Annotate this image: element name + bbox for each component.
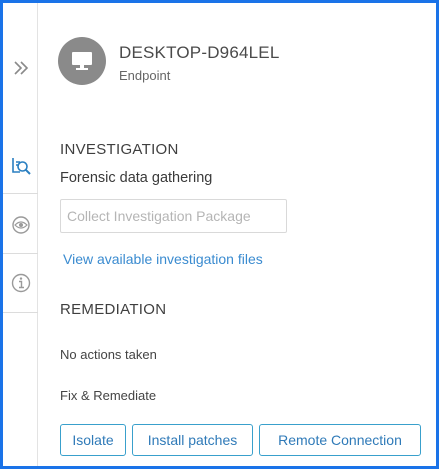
isolate-button[interactable]: Isolate bbox=[60, 424, 126, 456]
panel-content: DESKTOP-D964LEL Endpoint INVESTIGATION F… bbox=[39, 3, 436, 466]
device-name: DESKTOP-D964LEL bbox=[119, 43, 280, 62]
rail-divider bbox=[3, 193, 38, 194]
collect-package-button[interactable]: Collect Investigation Package bbox=[60, 199, 287, 233]
expand-icon[interactable] bbox=[3, 53, 38, 83]
view-investigation-files-link[interactable]: View available investigation files bbox=[63, 251, 263, 267]
install-patches-button[interactable]: Install patches bbox=[132, 424, 253, 456]
investigate-icon[interactable] bbox=[3, 148, 38, 184]
rail-divider bbox=[3, 253, 38, 254]
rail-divider bbox=[3, 312, 38, 313]
endpoint-panel: DESKTOP-D964LEL Endpoint INVESTIGATION F… bbox=[0, 0, 439, 469]
remote-connection-button[interactable]: Remote Connection bbox=[259, 424, 421, 456]
device-type: Endpoint bbox=[119, 68, 171, 83]
side-rail bbox=[3, 3, 38, 466]
device-avatar bbox=[58, 37, 106, 85]
investigation-subtitle: Forensic data gathering bbox=[60, 170, 213, 186]
monitor-icon bbox=[72, 52, 92, 70]
fix-remediate-label: Fix & Remediate bbox=[60, 388, 157, 403]
info-icon[interactable] bbox=[3, 267, 38, 299]
investigation-title: INVESTIGATION bbox=[60, 141, 179, 158]
watch-icon[interactable] bbox=[3, 209, 38, 241]
remediation-title: REMEDIATION bbox=[60, 301, 167, 318]
remediation-status: No actions taken bbox=[60, 347, 157, 362]
